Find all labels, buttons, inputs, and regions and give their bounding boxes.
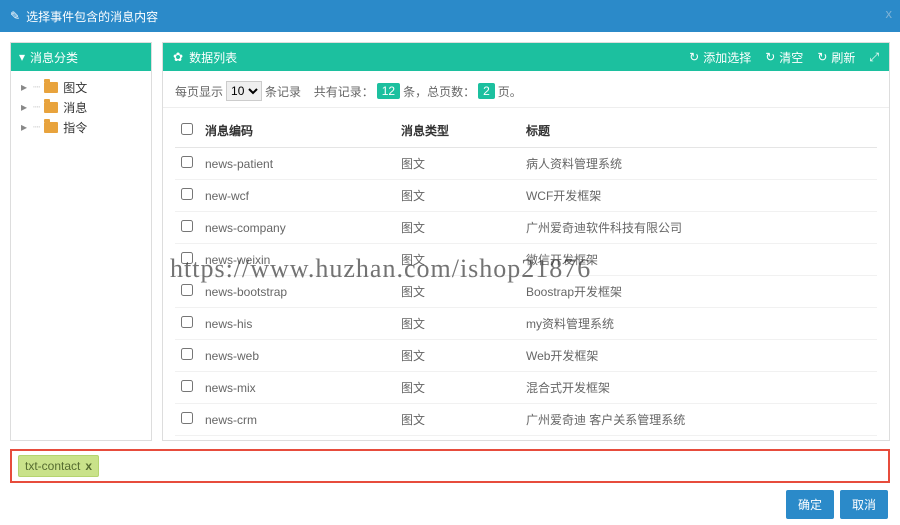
close-icon[interactable]: x — [886, 6, 893, 21]
cell-title: Winform开发框架 — [520, 436, 877, 441]
table-row[interactable]: news-bootstrap图文Boostrap开发框架 — [175, 276, 877, 308]
tree-node[interactable]: ▸ ┈ 消息 — [15, 97, 147, 117]
cell-type: 图文 — [395, 212, 520, 244]
cell-title: 微信开发框架 — [520, 244, 877, 276]
refresh-icon: ↻ — [817, 50, 827, 64]
pencil-icon: ✎ — [10, 9, 20, 23]
row-checkbox[interactable] — [181, 316, 193, 328]
cell-type: 图文 — [395, 340, 520, 372]
per-page-select[interactable]: 10 — [226, 81, 262, 101]
col-type: 消息类型 — [395, 114, 520, 148]
row-checkbox[interactable] — [181, 156, 193, 168]
cell-title: 混合式开发框架 — [520, 372, 877, 404]
dialog-title: 选择事件包含的消息内容 — [26, 8, 158, 25]
cell-title: 广州爱奇迪软件科技有限公司 — [520, 212, 877, 244]
cell-code: news-crm — [199, 404, 395, 436]
cell-code: news-win — [199, 436, 395, 441]
cell-type: 图文 — [395, 308, 520, 340]
category-tree: ▸ ┈ 图文 ▸ ┈ 消息 ▸ ┈ 指令 — [11, 71, 151, 143]
select-all-checkbox[interactable] — [181, 123, 193, 135]
table-row[interactable]: news-crm图文广州爱奇迪 客户关系管理系统 — [175, 404, 877, 436]
refresh-button[interactable]: ↻ 刷新 — [817, 49, 855, 66]
cell-type: 图文 — [395, 244, 520, 276]
cell-code: news-web — [199, 340, 395, 372]
gear-icon: ✿ — [173, 50, 183, 64]
table-row[interactable]: news-win图文Winform开发框架 — [175, 436, 877, 441]
total-pages-badge: 2 — [478, 83, 495, 99]
row-checkbox[interactable] — [181, 188, 193, 200]
cell-code: news-bootstrap — [199, 276, 395, 308]
table-row[interactable]: news-patient图文病人资料管理系统 — [175, 148, 877, 180]
dialog-footer: 确定 取消 — [0, 483, 900, 525]
cell-code: news-company — [199, 212, 395, 244]
tree-label: 消息 — [63, 99, 87, 116]
tree-node[interactable]: ▸ ┈ 指令 — [15, 117, 147, 137]
data-list-title: 数据列表 — [189, 49, 237, 66]
cancel-button[interactable]: 取消 — [840, 490, 888, 519]
cell-title: Web开发框架 — [520, 340, 877, 372]
ok-button[interactable]: 确定 — [786, 490, 834, 519]
tag-label: txt-contact — [25, 459, 80, 473]
clear-button[interactable]: ↻ 清空 — [765, 49, 803, 66]
row-checkbox[interactable] — [181, 284, 193, 296]
expand-icon[interactable]: ▸ — [21, 100, 31, 114]
cell-title: my资料管理系统 — [520, 308, 877, 340]
folder-icon — [44, 102, 58, 113]
cell-type: 图文 — [395, 436, 520, 441]
folder-icon — [44, 122, 58, 133]
expand-icon[interactable]: ▸ — [21, 120, 31, 134]
data-list-panel: ✿ 数据列表 ↻ 添加选择 ↻ 清空 ↻ 刷新 — [162, 42, 890, 441]
col-title: 标题 — [520, 114, 877, 148]
cell-title: 病人资料管理系统 — [520, 148, 877, 180]
cell-type: 图文 — [395, 180, 520, 212]
table-row[interactable]: news-web图文Web开发框架 — [175, 340, 877, 372]
cell-type: 图文 — [395, 148, 520, 180]
folder-icon — [44, 82, 58, 93]
expand-icon: ⤢ — [869, 50, 879, 65]
data-list-header: ✿ 数据列表 ↻ 添加选择 ↻ 清空 ↻ 刷新 — [163, 43, 889, 71]
table-row[interactable]: new-wcf图文WCF开发框架 — [175, 180, 877, 212]
refresh-icon: ↻ — [765, 50, 775, 64]
cell-type: 图文 — [395, 372, 520, 404]
total-records-badge: 12 — [377, 83, 400, 99]
row-checkbox[interactable] — [181, 348, 193, 360]
data-table: 消息编码 消息类型 标题 news-patient图文病人资料管理系统new-w… — [175, 114, 877, 440]
pager-info: 每页显示 10 条记录 共有记录： 12 条，总页数： 2 页。 — [163, 71, 889, 108]
tree-label: 指令 — [63, 119, 87, 136]
table-row[interactable]: news-his图文my资料管理系统 — [175, 308, 877, 340]
add-selection-button[interactable]: ↻ 添加选择 — [689, 49, 751, 66]
selected-tags-area: txt-contact x — [10, 449, 890, 483]
cell-code: news-weixin — [199, 244, 395, 276]
cell-title: WCF开发框架 — [520, 180, 877, 212]
table-row[interactable]: news-weixin图文微信开发框架 — [175, 244, 877, 276]
row-checkbox[interactable] — [181, 412, 193, 424]
cell-code: news-patient — [199, 148, 395, 180]
col-code: 消息编码 — [199, 114, 395, 148]
sidebar-title: 消息分类 — [30, 49, 78, 66]
cell-title: 广州爱奇迪 客户关系管理系统 — [520, 404, 877, 436]
row-checkbox[interactable] — [181, 220, 193, 232]
row-checkbox[interactable] — [181, 252, 193, 264]
tree-label: 图文 — [63, 79, 87, 96]
dialog-header: ✎ 选择事件包含的消息内容 x — [0, 0, 900, 32]
cell-code: new-wcf — [199, 180, 395, 212]
cell-type: 图文 — [395, 404, 520, 436]
expand-icon[interactable]: ▸ — [21, 80, 31, 94]
sidebar-header: ▾ 消息分类 — [11, 43, 151, 71]
row-checkbox[interactable] — [181, 380, 193, 392]
table-row[interactable]: news-company图文广州爱奇迪软件科技有限公司 — [175, 212, 877, 244]
filter-icon: ▾ — [19, 50, 25, 64]
fullscreen-button[interactable]: ⤢ — [869, 50, 879, 65]
cell-code: news-his — [199, 308, 395, 340]
tag: txt-contact x — [18, 455, 99, 477]
table-row[interactable]: news-mix图文混合式开发框架 — [175, 372, 877, 404]
cell-code: news-mix — [199, 372, 395, 404]
sidebar: ▾ 消息分类 ▸ ┈ 图文 ▸ ┈ 消息 ▸ ┈ — [10, 42, 152, 441]
cell-title: Boostrap开发框架 — [520, 276, 877, 308]
tag-remove-icon[interactable]: x — [85, 459, 92, 473]
tree-node[interactable]: ▸ ┈ 图文 — [15, 77, 147, 97]
cell-type: 图文 — [395, 276, 520, 308]
refresh-icon: ↻ — [689, 50, 699, 64]
